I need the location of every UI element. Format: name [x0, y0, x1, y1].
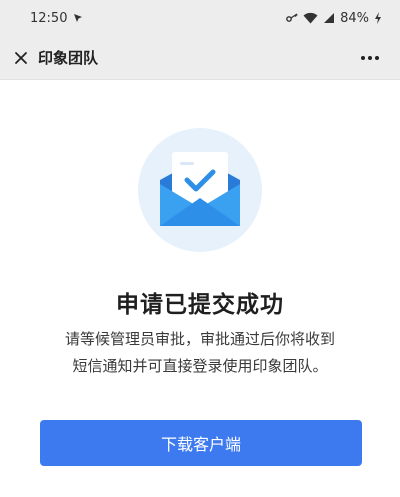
status-left: 12:50 — [30, 11, 83, 26]
description: 请等候管理员审批，审批通过后你将收到 短信通知并可直接登录使用印象团队。 — [0, 326, 400, 380]
description-line-2: 短信通知并可直接登录使用印象团队。 — [72, 357, 328, 375]
description-line-1: 请等候管理员审批，审批通过后你将收到 — [64, 330, 335, 348]
main-content: 申请已提交成功 请等候管理员审批，审批通过后你将收到 短信通知并可直接登录使用印… — [0, 80, 400, 497]
download-client-button[interactable]: 下载客户端 — [40, 420, 362, 466]
wifi-icon — [303, 12, 318, 24]
status-right: 84% — [286, 11, 382, 26]
key-icon — [286, 13, 298, 22]
more-dots-icon — [361, 55, 379, 60]
battery-charging-icon — [375, 12, 381, 24]
success-headline: 申请已提交成功 — [116, 292, 284, 318]
close-button[interactable] — [14, 51, 28, 65]
status-time: 12:50 — [30, 10, 68, 26]
close-icon — [15, 51, 27, 64]
page-title: 印象团队 — [38, 49, 99, 67]
location-arrow-icon — [74, 14, 83, 22]
nav-bar: 印象团队 — [0, 36, 400, 80]
envelope-success-icon — [138, 128, 262, 252]
battery-percent: 84% — [340, 10, 369, 26]
more-options-button[interactable] — [360, 55, 380, 61]
signal-icon — [324, 13, 335, 23]
status-bar: 12:50 84% — [0, 0, 400, 36]
nav-left: 印象团队 — [14, 47, 98, 68]
